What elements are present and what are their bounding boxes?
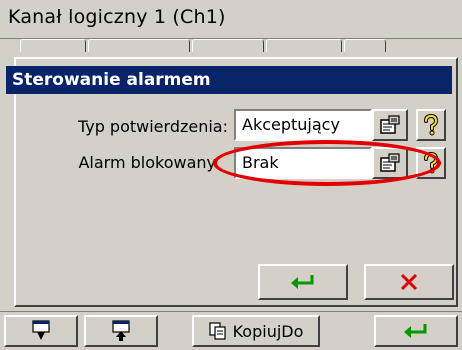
tab-4[interactable] [266, 39, 342, 52]
import-button[interactable] [4, 315, 78, 347]
copy-to-label: KopiujDo [232, 321, 304, 341]
cancel-button[interactable] [364, 264, 454, 300]
import-icon [32, 320, 50, 340]
copy-icon [209, 322, 226, 340]
enter-arrow-icon [404, 324, 427, 338]
window-title: Kanał logiczny 1 (Ch1) [8, 6, 226, 28]
ok-button[interactable] [258, 264, 348, 300]
confirm-button[interactable] [374, 315, 458, 347]
help-question-icon [424, 152, 439, 174]
export-button[interactable] [84, 315, 158, 347]
ack-type-help-button[interactable] [416, 109, 446, 141]
panel-title: Sterowanie alarmem [6, 66, 452, 94]
red-x-icon [400, 273, 418, 291]
ack-type-field[interactable]: Akceptujący [234, 109, 372, 141]
tab-1[interactable] [20, 39, 86, 52]
ack-type-label: Typ potwierdzenia: [77, 117, 228, 136]
tab-5[interactable] [344, 39, 386, 52]
alarm-blocked-label: Alarm blokowany [78, 153, 216, 172]
copy-to-button[interactable]: KopiujDo [192, 315, 320, 347]
alarm-blocked-help-button[interactable] [416, 147, 446, 179]
enter-arrow-icon [291, 275, 314, 289]
properties-icon [380, 153, 400, 172]
device-screen: Kanał logiczny 1 (Ch1) Sterowanie alarme… [0, 0, 462, 350]
ack-type-select-button[interactable] [372, 109, 408, 141]
alarm-blocked-field[interactable]: Brak [234, 147, 372, 179]
help-question-icon [424, 114, 439, 136]
export-icon [112, 320, 130, 341]
tab-3[interactable] [192, 39, 264, 52]
tab-2[interactable] [88, 39, 190, 52]
properties-icon [380, 115, 400, 134]
title-bar: Kanał logiczny 1 (Ch1) [0, 0, 462, 39]
alarm-blocked-select-button[interactable] [372, 147, 408, 179]
